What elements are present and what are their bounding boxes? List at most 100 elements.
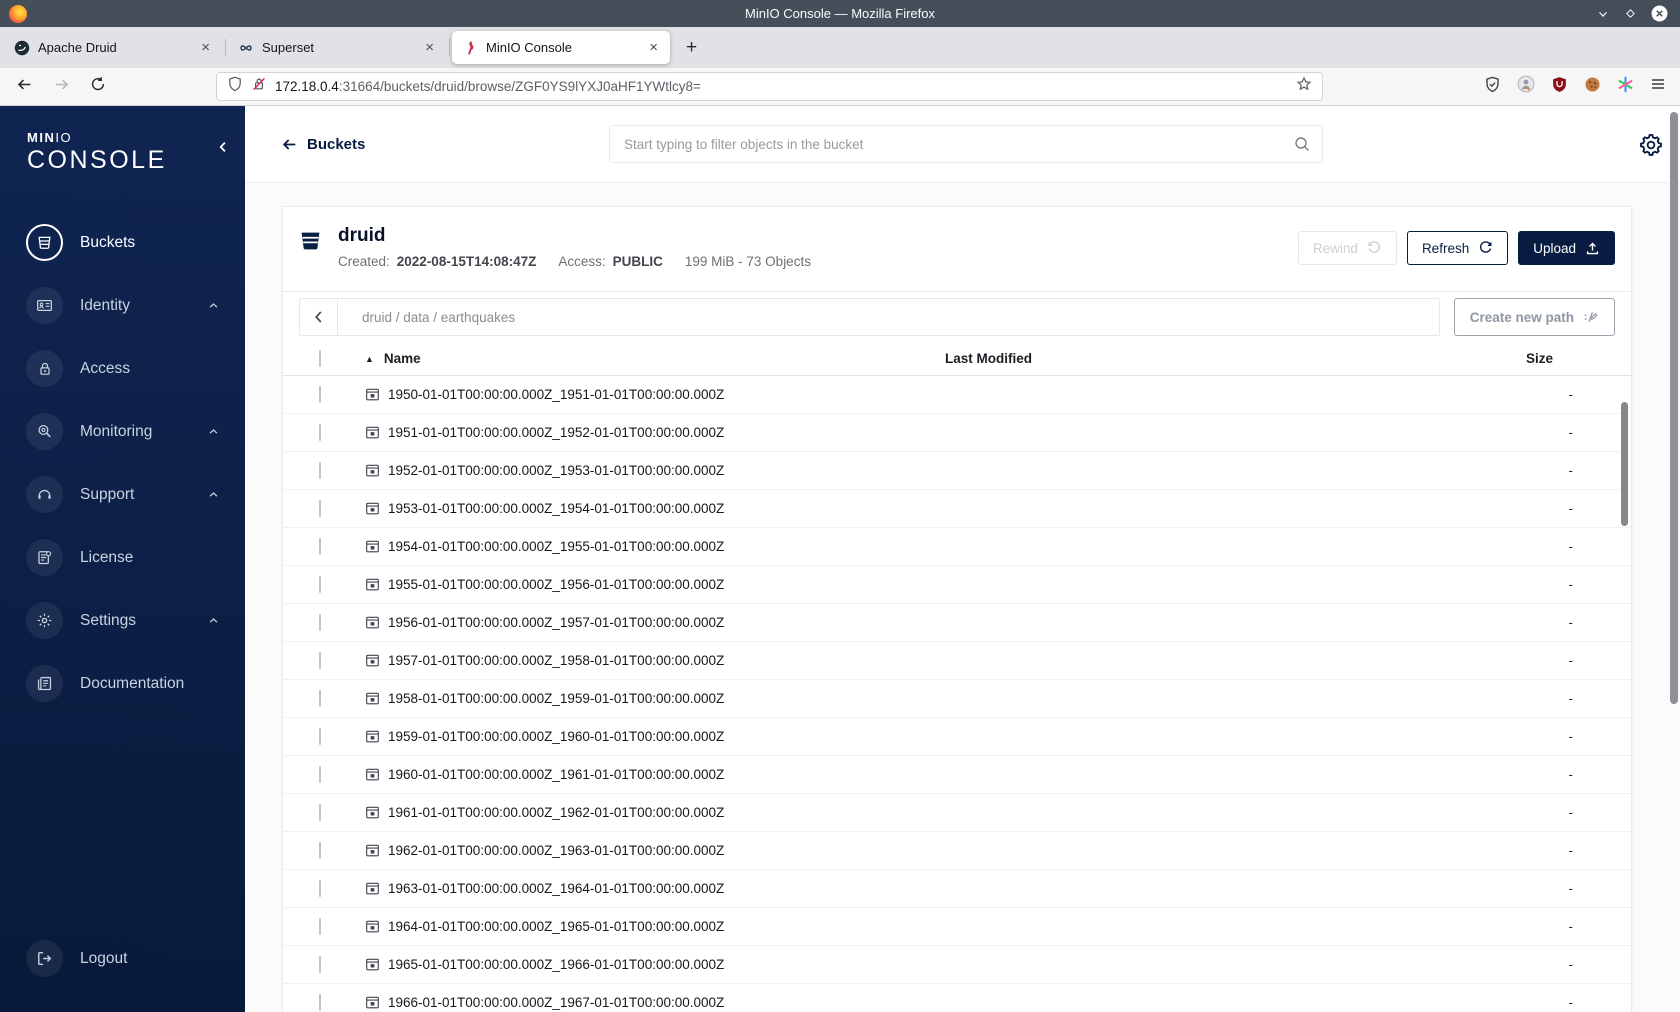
table-row[interactable]: 1966-01-01T00:00:00.000Z_1967-01-01T00:0… [283, 984, 1631, 1012]
table-row[interactable]: 1962-01-01T00:00:00.000Z_1963-01-01T00:0… [283, 832, 1631, 870]
refresh-button[interactable]: Refresh [1406, 231, 1509, 265]
row-checkbox[interactable] [319, 690, 321, 707]
table-row[interactable]: 1957-01-01T00:00:00.000Z_1958-01-01T00:0… [283, 642, 1631, 680]
table-row[interactable]: 1953-01-01T00:00:00.000Z_1954-01-01T00:0… [283, 490, 1631, 528]
maximize-diamond-icon[interactable] [1624, 7, 1637, 20]
object-size: - [1568, 767, 1574, 782]
select-all-checkbox[interactable] [319, 350, 321, 367]
account-icon[interactable] [1517, 75, 1535, 98]
cookie-icon[interactable] [1584, 76, 1601, 98]
sidebar-item-label: Identity [80, 296, 130, 314]
column-name[interactable]: Name [384, 351, 421, 366]
page-scrollbar[interactable] [1670, 112, 1678, 704]
tab-superset[interactable]: Superset × [228, 31, 450, 64]
table-row[interactable]: 1952-01-01T00:00:00.000Z_1953-01-01T00:0… [283, 452, 1631, 490]
object-size: - [1568, 995, 1574, 1010]
row-checkbox[interactable] [319, 614, 321, 631]
back-icon[interactable] [16, 76, 33, 98]
sort-ascending-icon[interactable]: ▲ [365, 354, 374, 364]
table-row[interactable]: 1950-01-01T00:00:00.000Z_1951-01-01T00:0… [283, 376, 1631, 414]
url-bar[interactable]: 172.18.0.4:31664/buckets/druid/browse/ZG… [216, 72, 1323, 101]
sidebar-item-label: Documentation [80, 674, 185, 692]
minimize-chevron-icon[interactable] [1596, 7, 1610, 21]
chevron-left-icon[interactable] [300, 299, 338, 335]
row-checkbox[interactable] [319, 424, 321, 441]
row-checkbox[interactable] [319, 576, 321, 593]
page-header: Buckets [245, 106, 1680, 183]
table-row[interactable]: 1965-01-01T00:00:00.000Z_1966-01-01T00:0… [283, 946, 1631, 984]
new-tab-button[interactable]: + [676, 37, 707, 59]
refresh-icon [1480, 240, 1492, 253]
object-name: 1957-01-01T00:00:00.000Z_1958-01-01T00:0… [388, 653, 725, 668]
object-name: 1964-01-01T00:00:00.000Z_1965-01-01T00:0… [388, 919, 725, 934]
sidebar-item-logout[interactable]: Logout [0, 927, 245, 990]
bookmark-star-icon[interactable] [1296, 76, 1312, 97]
colorful-asterisk-icon[interactable] [1617, 76, 1634, 98]
hamburger-menu-icon[interactable] [1650, 76, 1666, 97]
chevron-up-icon [208, 615, 219, 626]
gear-icon[interactable] [1638, 132, 1664, 163]
folder-icon [365, 501, 380, 516]
sidebar-item-monitoring[interactable]: Monitoring [0, 400, 245, 463]
table-row[interactable]: 1956-01-01T00:00:00.000Z_1957-01-01T00:0… [283, 604, 1631, 642]
row-checkbox[interactable] [319, 804, 321, 821]
sidebar-item-documentation[interactable]: Documentation [0, 652, 245, 715]
table-row[interactable]: 1959-01-01T00:00:00.000Z_1960-01-01T00:0… [283, 718, 1631, 756]
upload-button[interactable]: Upload [1518, 231, 1615, 265]
insecure-lock-icon[interactable] [251, 76, 267, 97]
back-to-buckets-link[interactable]: Buckets [281, 136, 365, 153]
sidebar-item-license[interactable]: License [0, 526, 245, 589]
row-checkbox[interactable] [319, 462, 321, 479]
chevron-up-icon [208, 300, 219, 311]
shield-check-icon[interactable] [1484, 76, 1501, 98]
filter-objects-input[interactable] [609, 125, 1323, 163]
sidebar-item-support[interactable]: Support [0, 463, 245, 526]
tab-apache-druid[interactable]: Apache Druid × [4, 31, 226, 64]
table-row[interactable]: 1961-01-01T00:00:00.000Z_1962-01-01T00:0… [283, 794, 1631, 832]
close-tab-icon[interactable]: × [645, 39, 662, 56]
object-name: 1959-01-01T00:00:00.000Z_1960-01-01T00:0… [388, 729, 725, 744]
row-checkbox[interactable] [319, 728, 321, 745]
table-row[interactable]: 1963-01-01T00:00:00.000Z_1964-01-01T00:0… [283, 870, 1631, 908]
tracking-shield-icon[interactable] [227, 76, 243, 97]
table-row[interactable]: 1958-01-01T00:00:00.000Z_1959-01-01T00:0… [283, 680, 1631, 718]
sidebar-collapse-icon[interactable] [216, 140, 230, 159]
row-checkbox[interactable] [319, 652, 321, 669]
column-size[interactable]: Size [1495, 351, 1615, 366]
table-row[interactable]: 1954-01-01T00:00:00.000Z_1955-01-01T00:0… [283, 528, 1631, 566]
sidebar-item-settings[interactable]: Settings [0, 589, 245, 652]
table-row[interactable]: 1955-01-01T00:00:00.000Z_1956-01-01T00:0… [283, 566, 1631, 604]
row-checkbox[interactable] [319, 918, 321, 935]
ublock-shield-icon[interactable] [1551, 76, 1568, 98]
object-size: - [1568, 615, 1574, 630]
table-row[interactable]: 1951-01-01T00:00:00.000Z_1952-01-01T00:0… [283, 414, 1631, 452]
object-size: - [1568, 501, 1574, 516]
breadcrumb[interactable]: druid / data / earthquakes [338, 310, 515, 325]
close-tab-icon[interactable]: × [421, 39, 438, 56]
created-label: Created: [338, 254, 390, 269]
sidebar-item-identity[interactable]: Identity [0, 274, 245, 337]
reload-icon[interactable] [90, 76, 106, 97]
object-size: - [1568, 919, 1574, 934]
table-scrollbar[interactable] [1621, 402, 1628, 526]
row-checkbox[interactable] [319, 500, 321, 517]
table-row[interactable]: 1960-01-01T00:00:00.000Z_1961-01-01T00:0… [283, 756, 1631, 794]
column-last-modified[interactable]: Last Modified [945, 351, 1495, 366]
sidebar-item-access[interactable]: Access [0, 337, 245, 400]
row-checkbox[interactable] [319, 538, 321, 555]
rewind-button[interactable]: Rewind [1297, 231, 1397, 265]
row-checkbox[interactable] [319, 766, 321, 783]
row-checkbox[interactable] [319, 880, 321, 897]
create-new-path-button[interactable]: Create new path [1453, 298, 1615, 336]
forward-icon[interactable] [53, 76, 70, 98]
table-row[interactable]: 1964-01-01T00:00:00.000Z_1965-01-01T00:0… [283, 908, 1631, 946]
row-checkbox[interactable] [319, 842, 321, 859]
row-checkbox[interactable] [319, 994, 321, 1011]
bucket-name: druid [338, 225, 386, 246]
row-checkbox[interactable] [319, 386, 321, 403]
close-window-icon[interactable] [1651, 5, 1668, 22]
tab-minio-console[interactable]: MinIO Console × [452, 31, 670, 64]
sidebar-item-buckets[interactable]: Buckets [0, 211, 245, 274]
close-tab-icon[interactable]: × [197, 39, 214, 56]
row-checkbox[interactable] [319, 956, 321, 973]
